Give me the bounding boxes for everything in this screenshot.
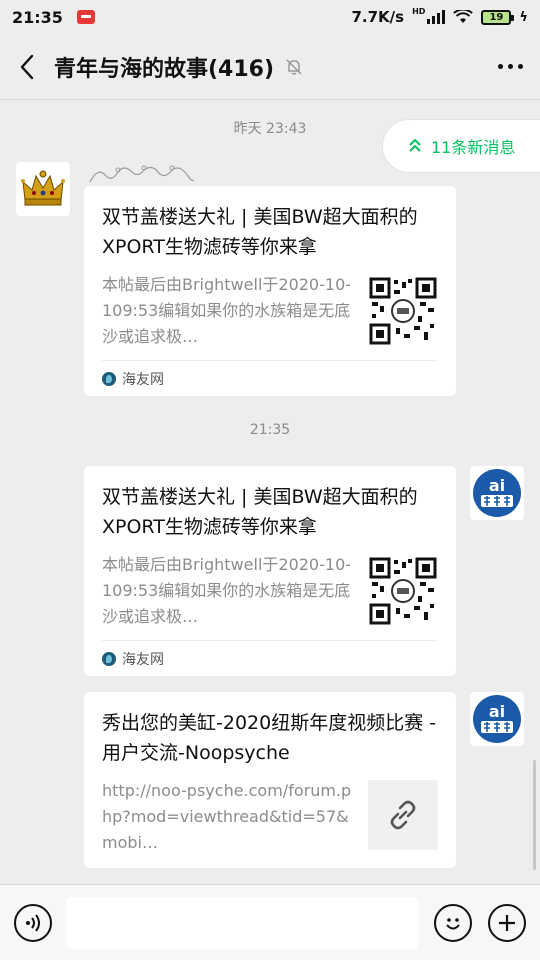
ai-logo-icon: ai [470,692,524,746]
crown-icon [16,162,70,216]
double-chevron-up-icon [409,139,421,152]
source-logo-icon [102,371,116,386]
signal-icon [427,10,446,24]
card-description: 本帖最后由Brightwell于2020-10-109:53编辑如果你的水族箱是… [102,275,352,346]
avatar[interactable] [16,162,70,216]
avatar[interactable]: ai [470,692,524,746]
chat-header: 青年与海的故事(416) [0,34,540,100]
wifi-icon [453,10,474,24]
emoji-button[interactable] [434,903,472,942]
new-messages-label: 11条新消息 [431,138,516,157]
status-bar: 21:35 7.7K/s HD 19 ϟ [0,0,540,34]
qr-code-thumbnail [368,276,438,346]
hd-label: HD [412,6,426,16]
source-name: 海友网 [122,651,164,668]
voice-button[interactable] [14,903,52,942]
source-logo-icon [102,651,116,666]
link-icon [390,800,416,830]
status-right: 7.7K/s HD 19 ϟ [351,6,528,27]
link-card[interactable]: 双节盖楼送大礼 | 美国BW超大面积的XPORT生物滤砖等你来拿 本帖最后由Br… [84,186,456,396]
voice-icon [26,913,40,932]
svg-text:ai: ai [489,476,505,495]
avatar[interactable]: ai [470,466,524,520]
new-messages-button[interactable]: 11条新消息 [382,119,540,173]
emoji-icon [446,917,460,929]
message-input[interactable] [66,896,418,949]
input-bar [0,884,540,960]
charging-icon: ϟ [519,9,528,25]
flourish-ornament-icon [89,165,195,183]
card-title: 双节盖楼送大礼 | 美国BW超大面积的XPORT生物滤砖等你来拿 [102,486,418,538]
link-thumbnail [368,780,438,850]
chat-title: 青年与海的故事(416) [54,56,275,82]
plus-button[interactable] [488,903,526,942]
card-description: http://noo-psyche.com/forum.php?mod=view… [102,781,352,852]
chevron-left-icon [20,54,34,79]
ai-logo-icon: ai [470,466,524,520]
status-time: 21:35 [12,7,63,27]
svg-text:ai: ai [489,702,505,721]
card-source: 海友网 [102,640,438,676]
bell-off-icon [286,58,302,75]
plus-icon [499,914,515,931]
more-horizontal-icon [497,64,503,69]
qr-code-thumbnail [368,556,438,626]
link-card[interactable]: 双节盖楼送大礼 | 美国BW超大面积的XPORT生物滤砖等你来拿 本帖最后由Br… [84,466,456,676]
app-notification-icon [76,10,95,24]
card-title: 秀出您的美缸-2020纽斯年度视频比赛 - 用户交流-Noopsyche [102,712,437,764]
source-name: 海友网 [122,371,164,388]
card-source: 海友网 [102,360,438,396]
link-card[interactable]: 秀出您的美缸-2020纽斯年度视频比赛 - 用户交流-Noopsyche htt… [84,692,456,868]
timestamp-today: 21:35 [249,422,291,438]
battery-icon: 19 [481,9,515,25]
card-title: 双节盖楼送大礼 | 美国BW超大面积的XPORT生物滤砖等你来拿 [102,206,418,258]
net-speed: 7.7K/s [351,8,405,26]
more-button[interactable] [480,34,540,100]
scrollbar[interactable] [533,760,536,870]
card-description: 本帖最后由Brightwell于2020-10-109:53编辑如果你的水族箱是… [102,555,352,626]
back-button[interactable] [0,34,54,100]
